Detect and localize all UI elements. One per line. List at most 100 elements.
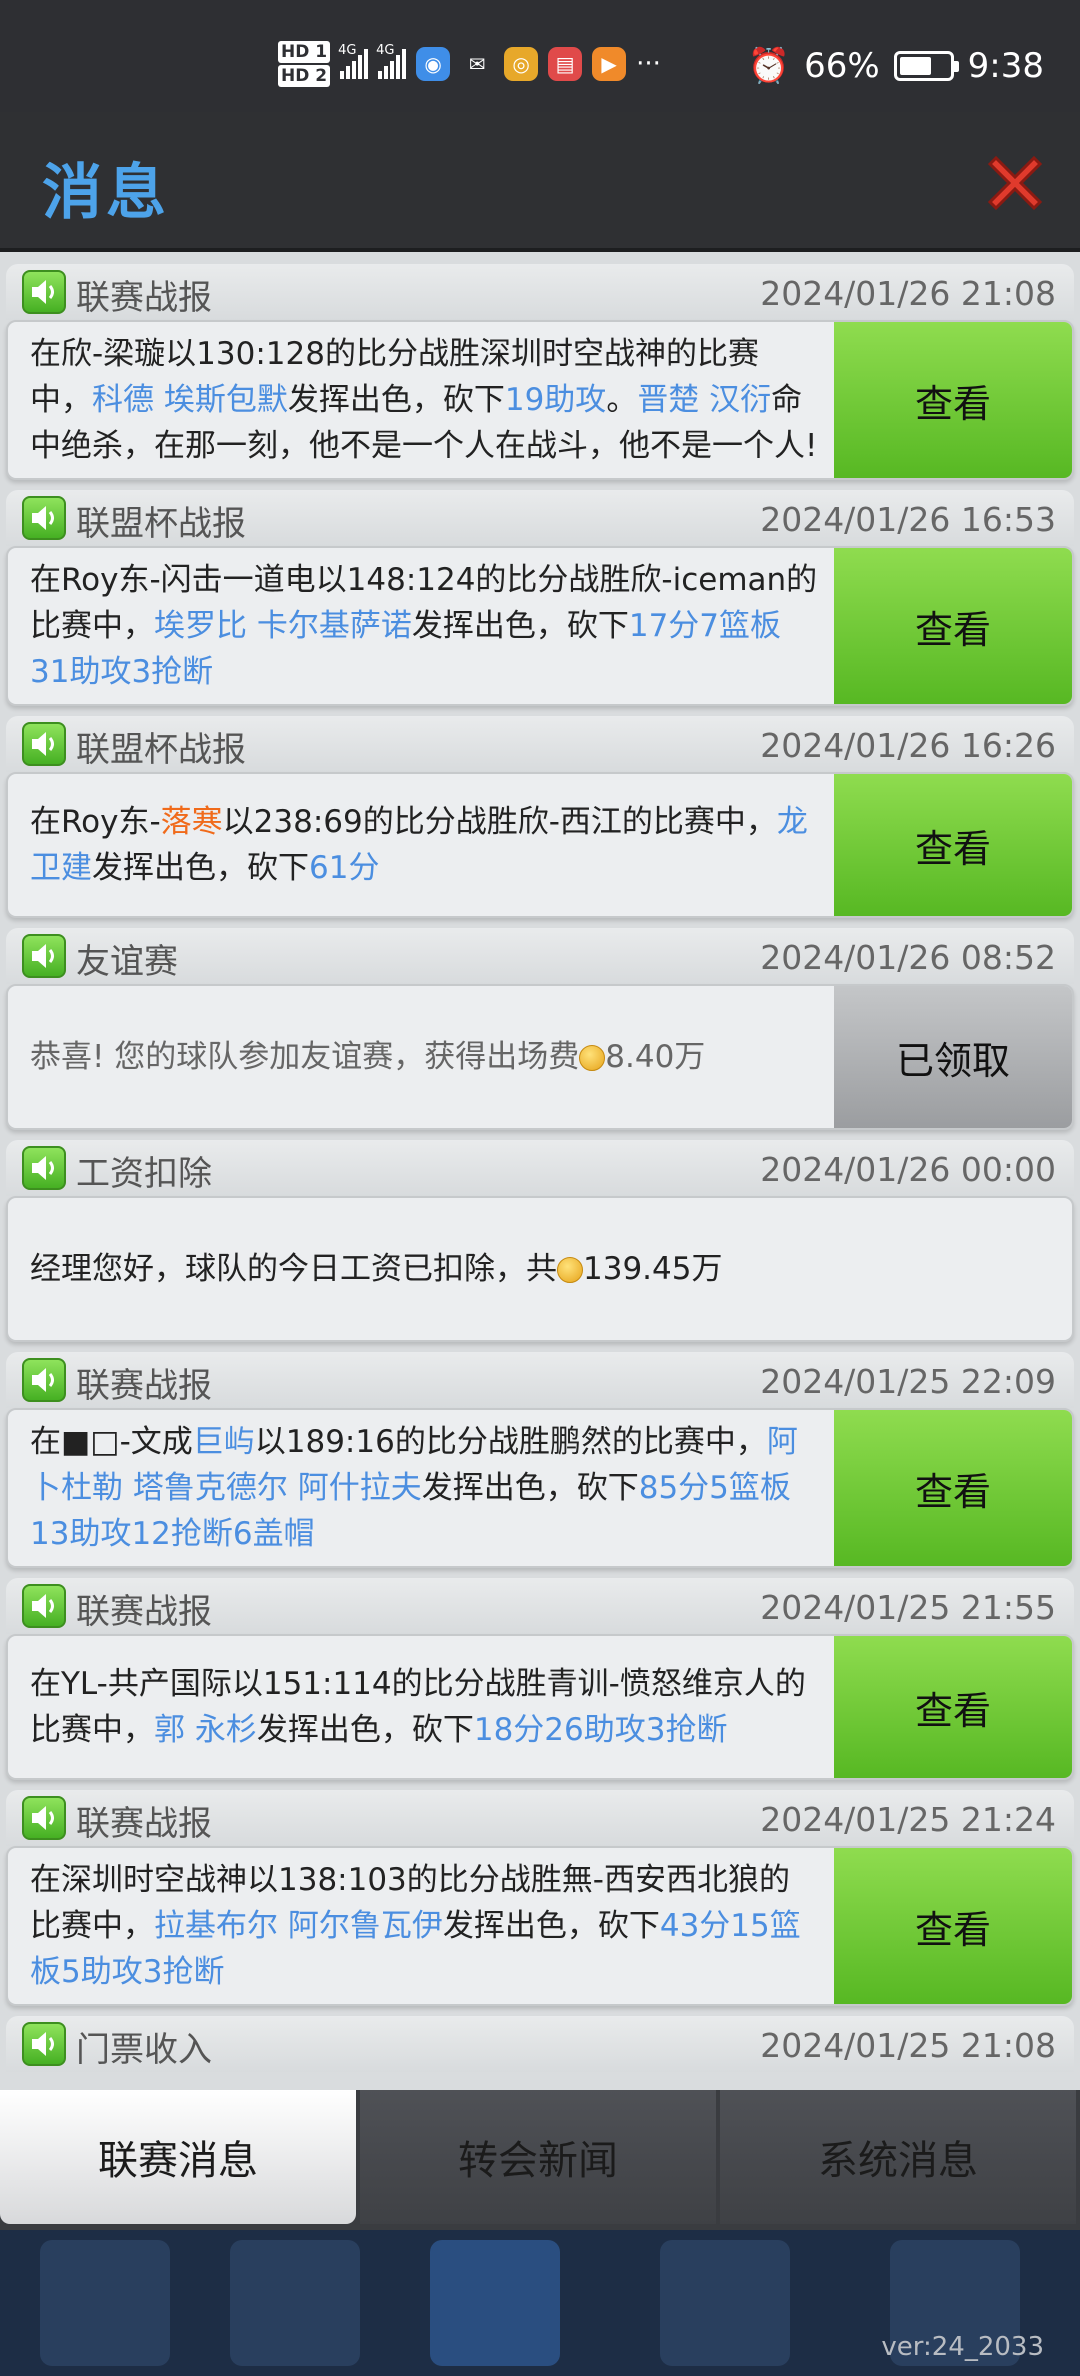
message-body: 在Roy东-闪击一道电以148:124的比分战胜欣-iceman的比赛中，埃罗比… — [6, 546, 1074, 706]
speaker-icon — [22, 270, 66, 314]
message-body: 在Roy东-落寒以238:69的比分战胜欣-西江的比赛中，龙 卫建发挥出色，砍下… — [6, 772, 1074, 918]
message-time: 2024/01/25 21:08 — [760, 2026, 1056, 2065]
speaker-icon — [22, 2022, 66, 2066]
message-time: 2024/01/26 16:53 — [760, 500, 1056, 539]
message-time: 2024/01/26 21:08 — [760, 274, 1056, 313]
page-title: 消息 — [42, 158, 170, 228]
message-item: 工资扣除 2024/01/26 00:00 经理您好，球队的今日工资已扣除，共 139… — [6, 1140, 1074, 1342]
message-type: 友谊赛 — [76, 942, 178, 982]
menu-icon-4[interactable] — [660, 2240, 790, 2366]
message-time: 2024/01/26 08:52 — [760, 938, 1056, 977]
tab-league-messages[interactable]: 联赛消息 — [0, 2090, 356, 2224]
coin-icon — [557, 1257, 583, 1283]
book-app-icon: ▤ — [548, 47, 583, 81]
message-type: 门票收入 — [76, 2030, 212, 2070]
highlight-text: 郭 永杉 — [154, 1712, 257, 1748]
message-text: 在YL-共产国际以151:114的比分战胜青训-愤怒维京人的比赛中，郭 永杉发挥… — [8, 1636, 834, 1778]
view-button[interactable]: 查看 — [834, 322, 1072, 478]
hd-indicator: HD 1 HD 2 — [278, 40, 331, 88]
message-text-segment: 以189:16的比分战胜鹏然的比赛中， — [254, 1424, 767, 1460]
message-header: 友谊赛 2024/01/26 08:52 — [6, 928, 1074, 984]
signal-icon: 4G — [338, 43, 369, 79]
message-item: 友谊赛 2024/01/26 08:52 恭喜! 您的球队参加友谊赛，获得出场费 8.… — [6, 928, 1074, 1130]
message-list[interactable]: 联赛战报 2024/01/26 21:08 在欣-梁璇以130:128的比分战胜深圳… — [0, 252, 1080, 2090]
message-item: 联赛战报 2024/01/25 21:55 在YL-共产国际以151:114的比分战… — [6, 1578, 1074, 1780]
message-type: 联赛战报 — [76, 278, 212, 318]
message-text-segment: 8.40万 — [605, 1039, 706, 1075]
menu-icon-1[interactable] — [40, 2240, 170, 2366]
speaker-icon — [22, 722, 66, 766]
view-button[interactable]: 查看 — [834, 548, 1072, 704]
coin-icon — [579, 1045, 606, 1071]
message-type: 联赛战报 — [76, 1592, 212, 1632]
highlight-text: 落寒 — [160, 804, 223, 840]
signal-icon-2: 4G — [376, 43, 407, 79]
message-text-segment: 发挥出色，砍下 — [256, 1712, 474, 1748]
version-label: ver:24_2033 — [881, 2332, 1044, 2362]
view-button[interactable]: 查看 — [834, 1848, 1072, 2004]
highlight-text: 18分26助攻3抢断 — [473, 1712, 728, 1748]
network-type-label: 4G — [338, 43, 357, 58]
message-text-segment: 以238:69的比分战胜欣-西江的比赛中， — [222, 804, 777, 840]
message-header: 联赛战报 2024/01/26 21:08 — [6, 264, 1074, 320]
message-type: 联盟杯战报 — [76, 504, 246, 544]
message-body: 在深圳时空战神以138:103的比分战胜無-西安西北狼的比赛中，拉基布尔 阿尔鲁… — [6, 1846, 1074, 2006]
view-button[interactable]: 查看 — [834, 1636, 1072, 1778]
message-item: 联盟杯战报 2024/01/26 16:53 在Roy东-闪击一道电以148:124… — [6, 490, 1074, 706]
wechat-icon: ✉ — [468, 52, 486, 76]
highlight-text: 晋楚 汉衍 — [637, 382, 772, 418]
message-body: 恭喜! 您的球队参加友谊赛，获得出场费 8.40万 已领取 — [6, 984, 1074, 1130]
message-text-segment: 恭喜! 您的球队参加友谊赛，获得出场费 — [30, 1039, 580, 1075]
alarm-icon: ⏰ — [747, 46, 791, 86]
message-header: 联赛战报 2024/01/25 21:24 — [6, 1790, 1074, 1846]
message-header: 门票收入 2024/01/25 21:08 — [6, 2016, 1074, 2072]
highlight-text: 19助攻 — [504, 382, 607, 418]
menu-icon-2[interactable] — [230, 2240, 360, 2366]
message-text-segment: 发挥出色，砍下 — [411, 608, 629, 644]
view-button[interactable]: 查看 — [834, 774, 1072, 916]
message-text: 在欣-梁璇以130:128的比分战胜深圳时空战神的比赛中，科德 埃斯包默发挥出色… — [8, 322, 834, 478]
highlight-text: 埃罗比 卡尔基萨诺 — [154, 608, 412, 644]
status-bar: HD 1 HD 2 4G 4G ◉ ✉ ◎ ▤ ▶ ··· ⏰ 66% 9:38 — [0, 0, 1080, 112]
message-body: 在YL-共产国际以151:114的比分战胜青训-愤怒维京人的比赛中，郭 永杉发挥… — [6, 1634, 1074, 1780]
highlight-text: 科德 埃斯包默 — [92, 382, 288, 418]
message-type: 联赛战报 — [76, 1804, 212, 1844]
claimed-button[interactable]: 已领取 — [834, 986, 1072, 1128]
close-button[interactable] — [980, 148, 1050, 218]
message-item: 联赛战报 2024/01/26 21:08 在欣-梁璇以130:128的比分战胜深圳… — [6, 264, 1074, 480]
message-text-segment: 。 — [606, 382, 638, 418]
speaker-icon — [22, 496, 66, 540]
message-header: 联赛战报 2024/01/25 21:55 — [6, 1578, 1074, 1634]
message-header: 工资扣除 2024/01/26 00:00 — [6, 1140, 1074, 1196]
message-text-segment: 发挥出色，砍下 — [442, 1908, 660, 1944]
clock: 9:38 — [967, 46, 1044, 86]
speaker-icon — [22, 1796, 66, 1840]
tab-bar: 联赛消息 转会新闻 系统消息 — [0, 2090, 1080, 2230]
message-text-segment: 在■□-文成 — [30, 1424, 193, 1460]
message-text: 在Roy东-落寒以238:69的比分战胜欣-西江的比赛中，龙 卫建发挥出色，砍下… — [8, 774, 834, 916]
highlight-text: 拉基布尔 阿尔鲁瓦伊 — [154, 1908, 443, 1944]
message-text-segment: 发挥出色，砍下 — [92, 850, 309, 886]
tab-transfer-news[interactable]: 转会新闻 — [360, 2090, 716, 2224]
view-button[interactable]: 查看 — [834, 1410, 1072, 1566]
message-item: 门票收入 2024/01/25 21:08 — [6, 2016, 1074, 2072]
message-text-segment: 发挥出色，砍下 — [421, 1470, 639, 1506]
message-body: 在欣-梁璇以130:128的比分战胜深圳时空战神的比赛中，科德 埃斯包默发挥出色… — [6, 320, 1074, 480]
message-header: 联盟杯战报 2024/01/26 16:26 — [6, 716, 1074, 772]
speaker-icon — [22, 934, 66, 978]
message-header: 联赛战报 2024/01/25 22:09 — [6, 1352, 1074, 1408]
message-text: 在■□-文成巨屿以189:16的比分战胜鹏然的比赛中，阿卜杜勒 塔鲁克德尔 阿什… — [8, 1410, 834, 1566]
hd1-badge: HD 1 — [278, 41, 331, 63]
highlight-text: 61分 — [309, 850, 380, 886]
menu-icon-3[interactable] — [430, 2240, 560, 2366]
highlight-text: 巨屿 — [192, 1424, 255, 1460]
message-type: 联盟杯战报 — [76, 730, 246, 770]
message-time: 2024/01/25 21:24 — [760, 1800, 1056, 1839]
message-text-segment: 经理您好，球队的今日工资已扣除，共 — [30, 1251, 557, 1287]
message-header: 联盟杯战报 2024/01/26 16:53 — [6, 490, 1074, 546]
message-time: 2024/01/26 00:00 — [760, 1150, 1056, 1189]
game-bottom-menu: ver:24_2033 — [0, 2230, 1080, 2376]
browser-app-icon: ◉ — [416, 47, 451, 81]
message-text: 在深圳时空战神以138:103的比分战胜無-西安西北狼的比赛中，拉基布尔 阿尔鲁… — [8, 1848, 834, 2004]
tab-system-messages[interactable]: 系统消息 — [720, 2090, 1076, 2224]
